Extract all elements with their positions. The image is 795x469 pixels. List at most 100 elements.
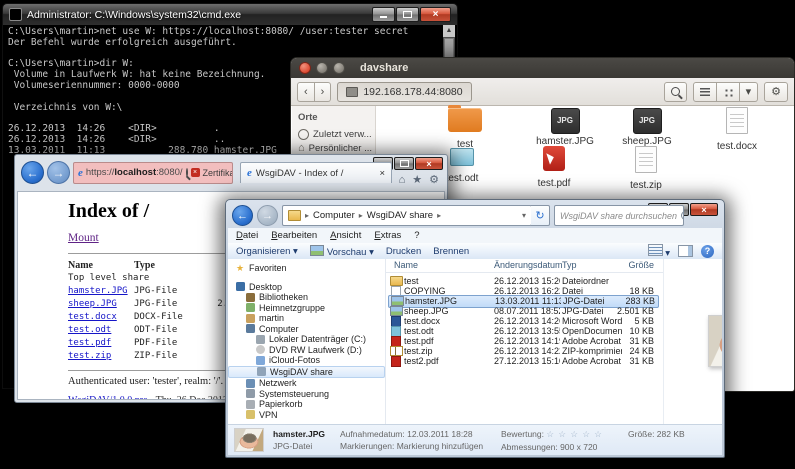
- certificate-error-icon[interactable]: ×: [191, 168, 200, 177]
- file-item-docx[interactable]: test.docx: [693, 107, 781, 152]
- help-icon[interactable]: ?: [701, 245, 714, 258]
- list-view-button[interactable]: [693, 82, 717, 102]
- view-options-button[interactable]: ▾: [740, 82, 759, 102]
- cmd-titlebar[interactable]: Administrator: C:\Windows\system32\cmd.e…: [3, 4, 457, 25]
- sidebar-item-heimnetzgruppe[interactable]: Heimnetzgruppe: [228, 303, 385, 314]
- sidebar-item-martin[interactable]: martin: [228, 313, 385, 324]
- table-row-sheep[interactable]: sheep.JPG08.07.2011 18:52 JPG-Datei2.501…: [388, 306, 659, 317]
- file-link[interactable]: test.pdf: [68, 338, 111, 348]
- explorer-window: × ← → ▸ Computer ▸ WsgiDAV share ▸ ▾ ↻ W…: [225, 199, 725, 458]
- address-text: 192.168.178.44:8080: [363, 86, 462, 98]
- file-link[interactable]: hamster.JPG: [68, 286, 128, 296]
- dropdown-icon[interactable]: ▾: [522, 211, 526, 220]
- sidebar-item-vpn[interactable]: VPN: [228, 410, 385, 421]
- file-link[interactable]: test.zip: [68, 351, 111, 361]
- sidebar-item-netzwerk[interactable]: Netzwerk: [228, 378, 385, 389]
- maximize-button[interactable]: [394, 157, 414, 170]
- close-button[interactable]: ×: [690, 203, 718, 216]
- nautilus-titlebar[interactable]: davshare: [291, 58, 794, 78]
- command-bar: Organisieren ▾ Vorschau ▾ Drucken Brenne…: [228, 243, 722, 260]
- file-item-hamster[interactable]: JPG hamster.JPG: [521, 108, 609, 147]
- preview-button[interactable]: Vorschau ▾: [310, 245, 374, 258]
- burn-button[interactable]: Brennen: [433, 246, 469, 257]
- close-button[interactable]: ×: [420, 7, 451, 22]
- menu-ansicht[interactable]: Ansicht: [330, 230, 361, 241]
- file-item-test[interactable]: test: [421, 108, 509, 150]
- certificate-error-text[interactable]: Zertifikatfe...: [203, 168, 233, 178]
- close-button[interactable]: [299, 62, 311, 74]
- preview-pane-icon[interactable]: [678, 245, 693, 257]
- tab-close-icon[interactable]: ×: [379, 168, 385, 179]
- column-header-name[interactable]: Name: [394, 260, 418, 270]
- views-button[interactable]: ▾: [648, 244, 670, 259]
- back-button[interactable]: ←: [232, 205, 253, 226]
- sidebar-item-icloud-fotos[interactable]: iCloud-Fotos: [228, 355, 385, 366]
- search-icon: [671, 87, 680, 96]
- breadcrumb[interactable]: ▸ Computer ▸ WsgiDAV share ▸ ▾: [282, 205, 532, 226]
- table-row-docx[interactable]: test.docx26.12.2013 14:26 Microsoft Word…: [388, 316, 659, 327]
- breadcrumb-computer[interactable]: Computer: [313, 210, 355, 221]
- column-header-size[interactable]: Größe: [606, 260, 654, 270]
- file-link[interactable]: sheep.JPG: [68, 299, 117, 309]
- grid-view-button[interactable]: [717, 82, 740, 102]
- wsgidav-link[interactable]: WsgiDAV/1.0.0.pre: [68, 395, 148, 400]
- address-bar[interactable]: e https://localhost:8080/ × Zertifikatfe…: [73, 162, 233, 184]
- close-button[interactable]: ×: [415, 157, 443, 170]
- maximize-button[interactable]: [333, 62, 345, 74]
- sidebar-item-papierkorb[interactable]: Papierkorb: [228, 399, 385, 410]
- forward-button[interactable]: →: [47, 161, 70, 184]
- details-tags[interactable]: Markierungen: Markierung hinzufügen: [340, 441, 492, 451]
- table-row-odt[interactable]: test.odt26.12.2013 13:55 OpenDocument T.…: [388, 326, 659, 337]
- organize-button[interactable]: Organisieren ▾: [236, 246, 298, 257]
- column-header-type[interactable]: Typ: [562, 260, 577, 270]
- file-link[interactable]: test.docx: [68, 312, 117, 322]
- home-icon[interactable]: ⌂: [399, 173, 406, 187]
- back-button[interactable]: ←: [21, 161, 44, 184]
- scroll-up-icon[interactable]: ▲: [443, 25, 455, 37]
- search-icon[interactable]: [186, 168, 188, 177]
- column-header-date[interactable]: Änderungsdatum: [494, 260, 563, 270]
- file-item-sheep[interactable]: JPG sheep.JPG: [603, 108, 691, 147]
- search-box[interactable]: WsgiDAV share durchsuchen: [554, 205, 684, 226]
- print-button[interactable]: Drucken: [386, 246, 421, 257]
- menu-bearbeiten[interactable]: Bearbeiten: [271, 230, 317, 241]
- sidebar-item-drive-c[interactable]: Lokaler Datenträger (C:): [228, 334, 385, 345]
- location-button[interactable]: 192.168.178.44:8080: [337, 82, 471, 102]
- refresh-button[interactable]: ↻: [531, 205, 550, 226]
- file-item-zip[interactable]: test.zip: [602, 146, 690, 191]
- sidebar-item-wsgidav-share[interactable]: WsgiDAV share: [228, 366, 385, 379]
- forward-button[interactable]: →: [257, 205, 278, 226]
- favorites-star-icon[interactable]: ★: [412, 173, 422, 187]
- table-row-pdf[interactable]: test.pdf26.12.2013 14:19 Adobe Acrobat D…: [388, 336, 659, 347]
- back-button[interactable]: ‹: [297, 82, 315, 102]
- minimize-button[interactable]: [372, 7, 395, 22]
- settings-gear-icon[interactable]: ⚙: [429, 173, 439, 187]
- maximize-button[interactable]: [396, 7, 419, 22]
- minimize-button[interactable]: [316, 62, 328, 74]
- menu-datei[interactable]: Datei: [236, 230, 258, 241]
- mount-link[interactable]: Mount: [68, 232, 99, 244]
- breadcrumb-wsgidav-share[interactable]: WsgiDAV share: [367, 210, 433, 221]
- menu-extras[interactable]: Extras: [374, 230, 401, 241]
- browser-tab[interactable]: e WsgiDAV - Index of / ×: [240, 162, 392, 183]
- homegroup-icon: [246, 303, 255, 312]
- details-rating[interactable]: Bewertung: ☆ ☆ ☆ ☆ ☆: [501, 429, 619, 440]
- sidebar-item-dvd[interactable]: DVD RW Laufwerk (D:): [228, 345, 385, 356]
- menu-help[interactable]: ?: [414, 230, 419, 241]
- sidebar-item-systemsteuerung[interactable]: Systemsteuerung: [228, 389, 385, 400]
- file-item-pdf[interactable]: test.pdf: [510, 146, 598, 189]
- sidebar-item-bibliotheken[interactable]: Bibliotheken: [228, 292, 385, 303]
- search-button[interactable]: [664, 82, 687, 102]
- sidebar-item-home[interactable]: ⌂ Persönlicher ...: [298, 141, 375, 155]
- sidebar-item-desktop[interactable]: Desktop: [228, 282, 385, 293]
- sidebar-item-recent[interactable]: Zuletzt verw...: [298, 127, 375, 141]
- sidebar-item-favoriten[interactable]: ★Favoriten: [228, 263, 385, 274]
- file-link[interactable]: test.odt: [68, 325, 111, 335]
- sidebar-item-computer[interactable]: Computer: [228, 324, 385, 335]
- forward-button[interactable]: ›: [315, 82, 332, 102]
- table-row-test[interactable]: test26.12.2013 15:20 Dateiordner: [388, 276, 659, 287]
- table-row-pdf2[interactable]: test2.pdf27.12.2013 15:10 Adobe Acrobat …: [388, 356, 659, 367]
- cmd-app-icon: [9, 8, 22, 21]
- gear-button[interactable]: ⚙: [764, 82, 788, 102]
- table-row-zip[interactable]: test.zip26.12.2013 14:22 ZIP-komprimiert…: [388, 346, 659, 357]
